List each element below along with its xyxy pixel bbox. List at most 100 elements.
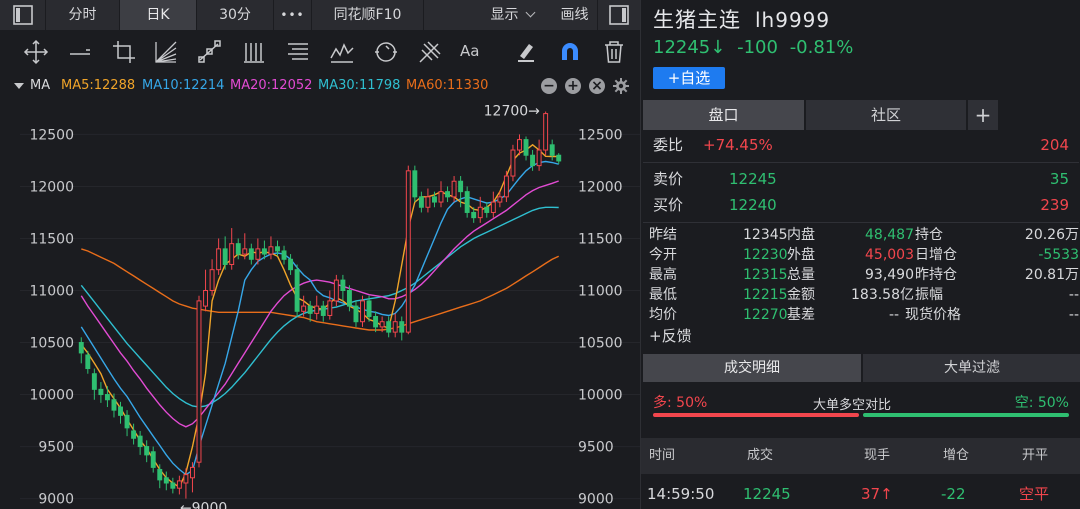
candle-body	[216, 248, 222, 271]
candle-body	[333, 279, 339, 302]
weibi-num: 204	[1040, 136, 1069, 154]
candle-body	[183, 474, 189, 484]
y-tick-label: 9500	[38, 440, 74, 456]
candle-body	[320, 305, 326, 316]
stat-value: 48,487	[865, 227, 914, 243]
y-tick-label: 11500	[29, 231, 74, 247]
y-tick-label: 12500	[29, 127, 74, 143]
candle-body	[255, 248, 261, 260]
more-button[interactable]: •••	[274, 0, 312, 30]
candle-body	[203, 289, 209, 307]
stat-label: 昨结	[649, 227, 677, 243]
candle-body	[229, 243, 235, 265]
display-dropdown[interactable]: 显示	[472, 0, 552, 30]
move-tool[interactable]	[22, 38, 50, 66]
f10-button[interactable]: 同花顺F10	[312, 0, 424, 30]
magnet-tool[interactable]	[556, 38, 584, 66]
stat-value: 12270	[743, 307, 788, 323]
trade-price: 12245	[743, 485, 791, 503]
tab-fenshi[interactable]: 分时	[46, 0, 120, 30]
fan-tool[interactable]	[152, 38, 180, 66]
text-tool[interactable]: Aa	[460, 42, 479, 60]
close-icon[interactable]: ×	[589, 78, 605, 94]
collapse-triangle-icon[interactable]	[14, 83, 24, 89]
chevron-down-icon	[525, 7, 535, 18]
stat-label: 日增仓	[915, 247, 957, 263]
candle-body	[353, 305, 359, 323]
eraser-tool[interactable]	[512, 38, 540, 66]
sidebar-toggle-button[interactable]	[0, 0, 46, 30]
candle-body	[176, 480, 182, 489]
gann-tool[interactable]	[416, 38, 444, 66]
fibonacci-tool[interactable]	[284, 38, 312, 66]
plus-icon[interactable]: +	[565, 78, 581, 94]
candle-body	[451, 180, 457, 198]
tab-day-k[interactable]: 日K	[120, 0, 197, 30]
weibi-value: +74.45%	[703, 136, 773, 154]
candle-body	[301, 305, 307, 312]
buy-row: 买价 12240 239	[653, 192, 1069, 218]
add-watchlist-button[interactable]: +自选	[653, 67, 725, 89]
weibi-row: 委比 +74.45% 204	[653, 132, 1069, 158]
cycle-tool[interactable]	[372, 38, 400, 66]
candle-body	[261, 248, 267, 255]
gear-icon[interactable]	[612, 77, 630, 95]
candle-body	[288, 258, 294, 271]
candle-body	[517, 139, 522, 151]
panel-toggle-button[interactable]	[598, 0, 640, 30]
cycle-icon	[375, 42, 397, 62]
candlestick-chart[interactable]: 12500 12000 11500 11000 10500 10000 9500 9000 1…	[0, 98, 640, 509]
candle-body	[307, 305, 313, 314]
delete-tool[interactable]	[600, 38, 628, 66]
stat-value: 12315	[743, 267, 788, 283]
candle-body	[536, 149, 542, 167]
stat-label: 总量	[787, 267, 815, 283]
crop-icon	[113, 41, 135, 63]
channel-tool[interactable]	[196, 38, 224, 66]
ma60-line	[81, 248, 560, 331]
tab-big-order-filter[interactable]: 大单过滤	[863, 354, 1080, 382]
ma-legend: MA MA5:12288 MA10:12214 MA20:12052 MA30:…	[0, 74, 640, 98]
tab-trade-detail[interactable]: 成交明细	[643, 354, 861, 382]
ma30-value: MA30:11798	[318, 78, 401, 93]
candle-body	[360, 300, 365, 323]
period-toolbar: 分时 日K 30分 ••• 同花顺F10 显示 画线	[0, 0, 640, 30]
tab-pankou[interactable]: 盘口	[643, 100, 804, 130]
minus-icon[interactable]: −	[541, 78, 557, 94]
contract-name: 生猪主连	[653, 8, 741, 32]
candle-body	[425, 196, 431, 208]
buy-price: 12240	[729, 196, 777, 214]
candle-body	[484, 206, 490, 213]
ma30-line	[80, 206, 559, 408]
trash-icon	[605, 41, 623, 63]
stat-label: 今开	[649, 247, 677, 263]
candle-body	[118, 406, 123, 416]
stat-label: 最高	[649, 267, 677, 283]
y-tick-label: 12000	[29, 179, 74, 195]
quote-tabs: 盘口 社区 +	[643, 100, 1080, 130]
feedback-button[interactable]: +反馈	[649, 326, 692, 346]
stat-label: 持仓	[915, 227, 943, 243]
y-tick-label: 9500	[578, 440, 614, 456]
candle-body	[530, 154, 536, 167]
price-line: 12245↓ -100 -0.81%	[653, 37, 853, 58]
col-kp: 开平	[1022, 448, 1049, 463]
horizontal-line-tool[interactable]	[66, 38, 94, 66]
table-row[interactable]: 14:59:50 12245 37↑ -22 空平	[641, 480, 1080, 508]
bars-tool[interactable]	[240, 38, 268, 66]
tab-30min[interactable]: 30分	[197, 0, 274, 30]
tab-shequ[interactable]: 社区	[806, 100, 966, 130]
col-deal: 成交	[747, 448, 774, 463]
sell-row: 卖价 12245 35	[653, 166, 1069, 192]
add-tab-button[interactable]: +	[968, 100, 998, 130]
candle-body	[464, 191, 470, 213]
stat-value: --	[889, 307, 900, 323]
wave-tool[interactable]	[328, 38, 356, 66]
y-tick-label: 10500	[29, 336, 74, 352]
candle-body	[314, 305, 320, 314]
stat-value: 12230	[743, 247, 788, 263]
draw-line-button[interactable]: 画线	[552, 0, 598, 30]
long-short-comparison: 多: 50% 大单多空对比 空: 50%	[653, 392, 1069, 422]
rectangle-tool[interactable]	[110, 38, 138, 66]
stat-value: 12345	[743, 227, 788, 243]
